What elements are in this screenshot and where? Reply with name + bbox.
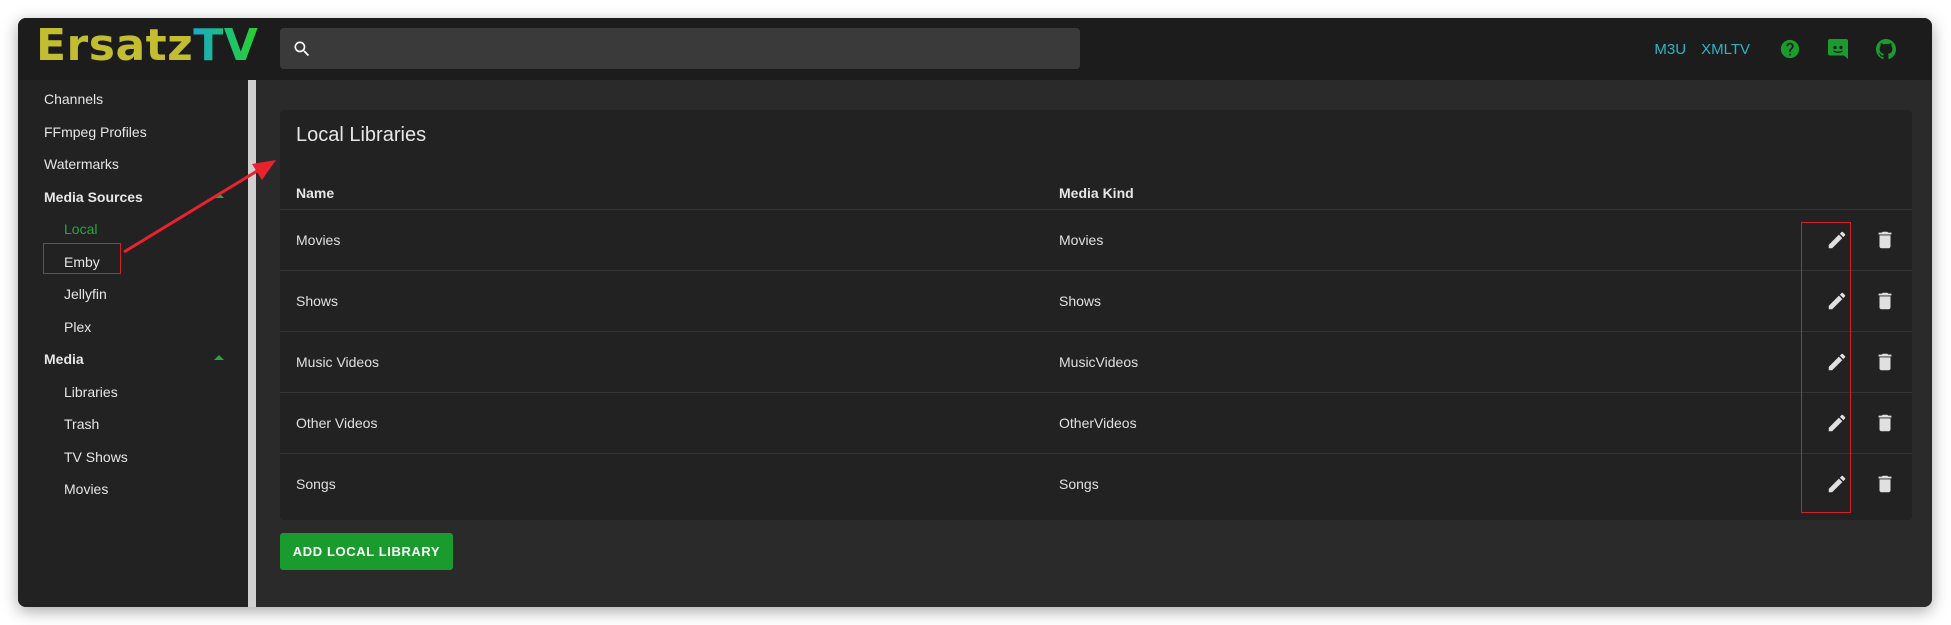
sidebar-item-plex[interactable]: Plex	[64, 316, 91, 338]
app-window: ErsatzTV M3U XMLTV Channels FFmpeg Profi…	[18, 18, 1932, 607]
sidebar-item-movies[interactable]: Movies	[64, 478, 108, 500]
library-media-kind: Shows	[1059, 293, 1102, 309]
page-title: Local Libraries	[296, 124, 427, 146]
table-row: Songs Songs	[280, 453, 1912, 514]
sidebar-group-media-sources[interactable]: Media Sources	[44, 186, 143, 208]
table-row: Shows Shows	[280, 270, 1912, 331]
search-input[interactable]	[312, 28, 1080, 69]
local-libraries-panel: Local Libraries Name Media Kind Movies M…	[280, 110, 1912, 520]
table-row: Movies Movies	[280, 209, 1912, 270]
sidebar-group-media[interactable]: Media	[44, 348, 84, 370]
library-name: Songs	[296, 476, 336, 492]
library-name: Movies	[296, 232, 341, 248]
sidebar-item-local[interactable]: Local	[64, 218, 97, 240]
library-media-kind: OtherVideos	[1059, 415, 1137, 431]
top-bar: ErsatzTV M3U XMLTV	[18, 18, 1932, 80]
sidebar-item-trash[interactable]: Trash	[64, 413, 99, 435]
library-name: Shows	[296, 293, 339, 309]
github-icon[interactable]	[1874, 37, 1898, 61]
delete-icon[interactable]	[1873, 472, 1897, 496]
column-header-name: Name	[296, 185, 335, 201]
logo-ersatz: Ersatz	[36, 20, 194, 71]
logo-tv: TV	[193, 20, 259, 71]
annotation-highlight-box	[43, 243, 121, 274]
sidebar-item-channels[interactable]: Channels	[44, 88, 103, 110]
annotation-highlight-box	[1801, 222, 1851, 513]
sidebar-item-ffmpeg-profiles[interactable]: FFmpeg Profiles	[44, 121, 147, 143]
app-logo[interactable]: ErsatzTV	[36, 20, 258, 72]
search-bar[interactable]	[280, 28, 1080, 69]
add-local-library-button[interactable]: ADD LOCAL LIBRARY	[280, 533, 453, 570]
m3u-link[interactable]: M3U	[1654, 41, 1686, 58]
delete-icon[interactable]	[1873, 411, 1897, 435]
delete-icon[interactable]	[1873, 228, 1897, 252]
library-media-kind: MusicVideos	[1059, 354, 1139, 370]
chevron-up-icon[interactable]	[214, 355, 224, 360]
chevron-up-icon[interactable]	[214, 193, 224, 198]
header-links: M3U XMLTV	[1654, 18, 1932, 80]
sidebar-item-jellyfin[interactable]: Jellyfin	[64, 283, 107, 305]
search-icon	[292, 39, 312, 59]
sidebar-item-libraries[interactable]: Libraries	[64, 381, 118, 403]
library-media-kind: Movies	[1059, 232, 1104, 248]
delete-icon[interactable]	[1873, 289, 1897, 313]
sidebar-item-tv-shows[interactable]: TV Shows	[64, 446, 128, 468]
xmltv-link[interactable]: XMLTV	[1701, 41, 1750, 58]
table-row: Other Videos OtherVideos	[280, 392, 1912, 453]
library-name: Other Videos	[296, 415, 378, 431]
discord-icon[interactable]	[1826, 37, 1850, 61]
help-icon[interactable]	[1778, 37, 1802, 61]
sidebar-item-watermarks[interactable]: Watermarks	[44, 153, 119, 175]
delete-icon[interactable]	[1873, 350, 1897, 374]
column-header-media-kind: Media Kind	[1059, 185, 1134, 201]
library-media-kind: Songs	[1059, 476, 1099, 492]
library-name: Music Videos	[296, 354, 380, 370]
sidebar: Channels FFmpeg Profiles Watermarks Medi…	[18, 80, 253, 607]
table-row: Music Videos MusicVideos	[280, 331, 1912, 392]
sidebar-scrollbar[interactable]	[248, 80, 256, 607]
